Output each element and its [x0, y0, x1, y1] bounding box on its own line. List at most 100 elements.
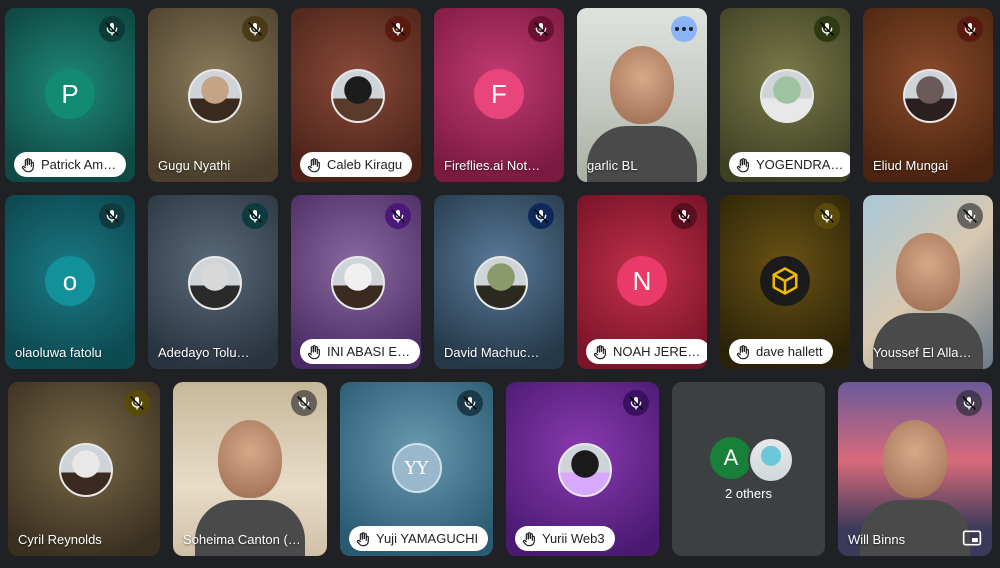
avatar-initial: YY	[391, 443, 442, 493]
participant-name: Youssef El Alla…	[873, 345, 972, 360]
mic-off-icon	[99, 16, 125, 42]
raised-hand-chip: INI ABASI E…	[300, 339, 421, 364]
avatar	[760, 69, 814, 123]
raised-hand-icon	[521, 531, 537, 547]
participant-name: olaoluwa fatolu	[15, 345, 102, 360]
mic-off-icon	[291, 390, 317, 416]
participant-tile[interactable]: YOGENDRA…	[720, 8, 850, 182]
participant-tile[interactable]: David Machuc…	[434, 195, 564, 369]
avatar-initial: F	[474, 69, 524, 119]
participant-name: Eliud Mungai	[873, 158, 949, 173]
raised-hand-icon	[735, 157, 751, 173]
avatar	[748, 437, 794, 483]
raised-hand-icon	[306, 344, 322, 360]
picture-in-picture-icon[interactable]	[962, 529, 982, 547]
participant-name: garlic BL	[587, 158, 638, 173]
participant-name: dave hallett	[756, 344, 823, 359]
raised-hand-icon	[306, 157, 322, 173]
raised-hand-chip: dave hallett	[729, 339, 833, 364]
participant-tile[interactable]: o olaoluwa fatolu	[5, 195, 135, 369]
participant-name: YOGENDRA…	[756, 157, 844, 172]
mic-off-icon	[957, 203, 983, 229]
participant-name: Patrick Am…	[41, 157, 117, 172]
participant-name: Gugu Nyathi	[158, 158, 231, 173]
participant-video	[883, 420, 947, 499]
participant-name: NOAH JERE…	[613, 344, 701, 359]
participant-name: Yuji YAMAGUCHI	[376, 531, 479, 546]
participant-name: Caleb Kiragu	[327, 157, 403, 172]
raised-hand-chip: Patrick Am…	[14, 152, 127, 177]
participant-video-body	[860, 500, 970, 556]
participant-tile[interactable]: Will Binns	[838, 382, 992, 556]
avatar	[557, 443, 612, 497]
participant-tile[interactable]: F Fireflies.ai Not…	[434, 8, 564, 182]
mic-off-icon	[528, 203, 554, 229]
participant-video	[896, 233, 960, 312]
mic-off-icon	[457, 390, 483, 416]
participant-name: Fireflies.ai Not…	[444, 158, 541, 173]
participant-tile[interactable]: INI ABASI E…	[291, 195, 421, 369]
avatar	[59, 443, 113, 497]
mic-off-icon	[957, 16, 983, 42]
avatar	[331, 69, 385, 123]
raised-hand-chip: Caleb Kiragu	[300, 152, 413, 177]
participant-name: Cyril Reynolds	[18, 532, 102, 547]
avatar-initial: P	[45, 69, 95, 119]
avatar	[188, 69, 242, 123]
raised-hand-icon	[592, 344, 608, 360]
participant-video-body	[195, 500, 305, 556]
participant-video	[610, 46, 674, 125]
participant-tile[interactable]: garlic BL	[577, 8, 707, 182]
avatar	[903, 69, 957, 123]
mic-off-icon	[99, 203, 125, 229]
participant-video-body	[873, 313, 983, 369]
avatar	[474, 256, 528, 310]
mic-off-icon	[623, 390, 649, 416]
avatar	[188, 256, 242, 310]
mic-off-icon	[956, 390, 982, 416]
avatar-logo	[760, 256, 810, 306]
mic-off-icon	[528, 16, 554, 42]
mic-off-icon	[814, 203, 840, 229]
participant-tile[interactable]: Adedayo Tolu…	[148, 195, 278, 369]
mic-off-icon	[242, 203, 268, 229]
participant-name: INI ABASI E…	[327, 344, 411, 359]
participant-video	[218, 420, 282, 499]
raised-hand-chip: NOAH JERE…	[586, 339, 707, 364]
participant-name: Adedayo Tolu…	[158, 345, 250, 360]
participant-tile[interactable]: Cyril Reynolds	[8, 382, 160, 556]
participant-tile[interactable]: Gugu Nyathi	[148, 8, 278, 182]
participant-video-body	[587, 126, 697, 182]
mic-off-icon	[124, 390, 150, 416]
mic-off-icon	[385, 203, 411, 229]
participant-name: Yurii Web3	[542, 531, 605, 546]
participant-tile[interactable]: N NOAH JERE…	[577, 195, 707, 369]
participant-name: Soheima Canton (…	[183, 532, 301, 547]
participant-tile[interactable]: Eliud Mungai	[863, 8, 993, 182]
mic-off-icon	[671, 203, 697, 229]
more-options-icon[interactable]	[671, 16, 697, 42]
raised-hand-icon	[20, 157, 36, 173]
participant-name: David Machuc…	[444, 345, 540, 360]
avatar-initial: A	[710, 437, 752, 479]
others-label: 2 others	[725, 486, 772, 501]
participant-name: Will Binns	[848, 532, 906, 547]
participant-tile[interactable]: YY Yuji YAMAGUCHI	[340, 382, 493, 556]
avatar	[331, 256, 385, 310]
participant-tile[interactable]: Yurii Web3	[506, 382, 659, 556]
raised-hand-chip: YOGENDRA…	[729, 152, 850, 177]
avatar-initial: N	[617, 256, 667, 306]
raised-hand-chip: Yuji YAMAGUCHI	[349, 526, 489, 551]
others-tile[interactable]: A 2 others	[672, 382, 825, 556]
mic-off-icon	[242, 16, 268, 42]
avatar-initial: o	[45, 256, 95, 306]
mic-off-icon	[385, 16, 411, 42]
participant-tile[interactable]: Caleb Kiragu	[291, 8, 421, 182]
participant-tile[interactable]: Youssef El Alla…	[863, 195, 993, 369]
raised-hand-chip: Yurii Web3	[515, 526, 615, 551]
participant-tile[interactable]: P Patrick Am…	[5, 8, 135, 182]
participant-tile[interactable]: Soheima Canton (…	[173, 382, 327, 556]
participant-tile[interactable]: dave hallett	[720, 195, 850, 369]
mic-off-icon	[814, 16, 840, 42]
raised-hand-icon	[735, 344, 751, 360]
